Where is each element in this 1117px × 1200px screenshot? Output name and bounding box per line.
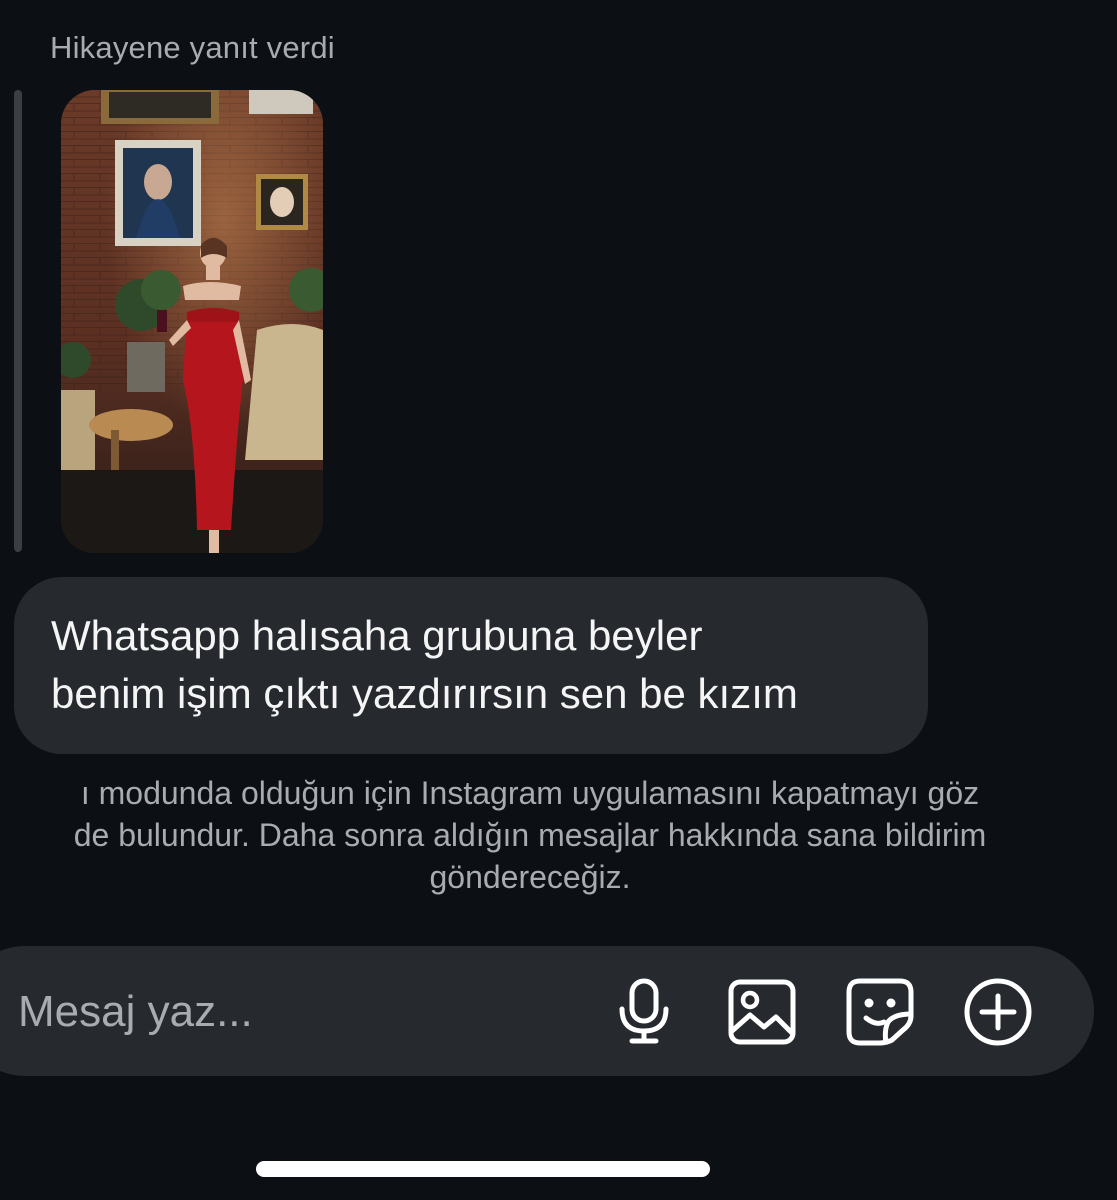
more-options-button[interactable] [962,976,1034,1048]
notice-line: ı modunda olduğun için Instagram uygulam… [80,775,980,811]
message-text: Whatsapp halısaha grubuna beyler benim i… [51,612,798,717]
story-thumbnail[interactable] [61,90,323,553]
sticker-icon [846,978,914,1046]
notice-line: de bulundur. Daha sonra aldığın mesajlar… [73,817,987,853]
vanish-mode-notice: ı modunda olduğun için Instagram uygulam… [0,772,1090,898]
gallery-button[interactable] [726,976,798,1048]
message-bubble[interactable]: Whatsapp halısaha grubuna beyler benim i… [14,577,928,754]
story-image [61,90,323,553]
message-input[interactable] [16,981,580,1043]
notice-line: göndereceğiz. [429,859,631,895]
plus-circle-icon [964,978,1032,1046]
voice-message-button[interactable] [608,976,680,1048]
home-indicator[interactable] [256,1161,710,1177]
sticker-button[interactable] [844,976,916,1048]
microphone-icon [619,978,669,1044]
story-reply-label: Hikayene yanıt verdi [50,30,335,65]
image-icon [728,979,796,1045]
quote-bar [14,90,22,552]
message-composer [0,946,1094,1076]
